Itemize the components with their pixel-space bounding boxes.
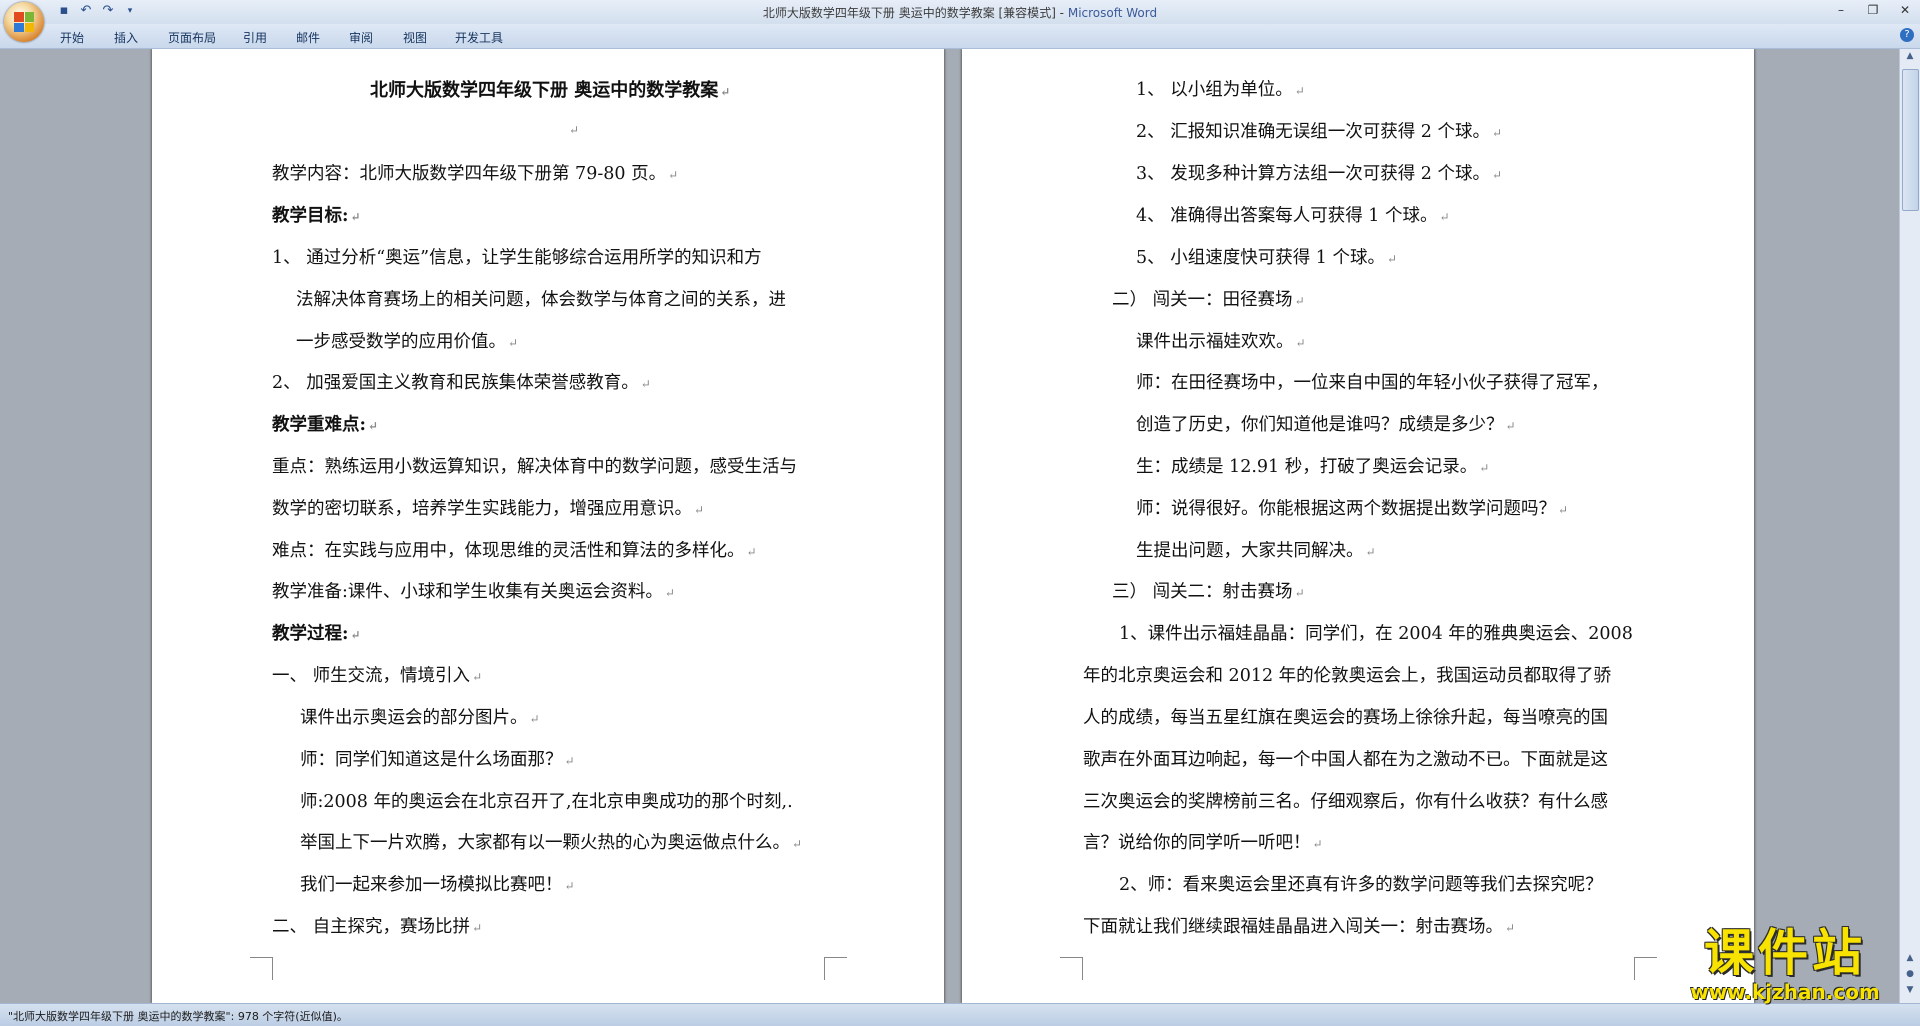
text-line: 3、 发现多种计算方法组一次可获得 2 个球。 ↵: [1136, 164, 1503, 184]
text-line: 2、 汇报知识准确无误组一次可获得 2 个球。 ↵: [1136, 122, 1503, 142]
document-page-2[interactable]: 1、 以小组为单位。 ↵ 2、 汇报知识准确无误组一次可获得 2 个球。 ↵ 3、 …: [962, 49, 1754, 1003]
text-line: 我们一起来参加一场模拟比赛吧！ ↵: [300, 875, 575, 895]
text-line: 4、 准确得出答案每人可获得 1 个球。 ↵: [1136, 206, 1450, 226]
text-line: 人的成绩，每当五星红旗在奥运会的赛场上徐徐升起，每当嘹亮的国: [1083, 708, 1608, 728]
text-line: 课件出示福娃欢欢。 ↵: [1136, 332, 1306, 352]
text-line: 举国上下一片欢腾，大家都有以一颗火热的心为奥运做点什么。 ↵: [300, 833, 803, 853]
text-line: 法解决体育赛场上的相关问题，体会数学与体育之间的关系，进: [296, 290, 786, 310]
word-count-status[interactable]: "北师大版数学四年级下册 奥运中的数学教案": 978 个字符(近似值)。: [8, 1008, 348, 1024]
status-bar: "北师大版数学四年级下册 奥运中的数学教案": 978 个字符(近似值)。: [0, 1003, 1920, 1026]
document-title: 北师大版数学四年级下册 奥运中的数学教案 [兼容模式] -: [762, 6, 1068, 20]
tab-review[interactable]: 审阅: [349, 29, 373, 46]
document-heading: 北师大版数学四年级下册 奥运中的数学教案 ↵: [370, 80, 731, 101]
watermark-url: www.kjzhan.com: [1690, 980, 1880, 1004]
text-line: 二、 自主探究，赛场比拼 ↵: [272, 917, 483, 937]
text-line: 二） 闯关一：田径赛场 ↵: [1112, 290, 1305, 310]
text-line: 下面就让我们继续跟福娃晶晶进入闯关一：射击赛场。 ↵: [1083, 917, 1516, 937]
tab-mailings[interactable]: 邮件: [296, 29, 320, 46]
title-bar: ▪ ↶ ↷ ▾ 北师大版数学四年级下册 奥运中的数学教案 [兼容模式] - Mi…: [0, 0, 1920, 24]
text-line: 师：说得很好。你能根据这两个数据提出数学问题吗？ ↵: [1136, 499, 1569, 519]
app-name: Microsoft Word: [1067, 6, 1158, 20]
tab-insert[interactable]: 插入: [114, 29, 138, 46]
text-line: 生提出问题，大家共同解决。 ↵: [1136, 541, 1376, 561]
text-line: 2、师：看来奥运会里还真有许多的数学问题等我们去探究呢？: [1119, 875, 1603, 895]
text-line: 三次奥运会的奖牌榜前三名。仔细观察后，你有什么收获？有什么感: [1083, 792, 1608, 812]
text-line: 一、 师生交流，情境引入 ↵: [272, 666, 483, 686]
tab-developer[interactable]: 开发工具: [455, 29, 503, 46]
text-line: 师：同学们知道这是什么场面那？ ↵: [300, 750, 575, 770]
text-line: 教学内容：北师大版数学四年级下册第 79-80 页。 ↵: [272, 164, 679, 184]
office-logo-icon: [14, 12, 34, 32]
margin-marker: [1634, 957, 1657, 980]
minimize-icon[interactable]: –: [1832, 2, 1850, 18]
text-line: 歌声在外面耳边响起，每一个中国人都在为之激动不已。下面就是这: [1083, 750, 1608, 770]
vertical-scrollbar[interactable]: ▲ ▲ ● ▼: [1899, 49, 1920, 1003]
close-icon[interactable]: ✕: [1896, 2, 1914, 18]
watermark-logo: 课件站 www.kjzhan.com: [1665, 926, 1905, 1006]
text-line: 言？说给你的同学听一听吧！ ↵: [1083, 833, 1323, 853]
text-line: 难点：在实践与应用中，体现思维的灵活性和算法的多样化。 ↵: [272, 541, 757, 561]
tab-references[interactable]: 引用: [243, 29, 267, 46]
text-line: 1、 通过分析“奥运”信息，让学生能够综合运用所学的知识和方: [272, 248, 762, 268]
restore-icon[interactable]: ❐: [1864, 2, 1882, 18]
text-line: 5、 小组速度快可获得 1 个球。 ↵: [1136, 248, 1398, 268]
window-controls: – ❐ ✕: [1832, 2, 1914, 18]
text-line: 创造了历史，你们知道他是谁吗？成绩是多少？ ↵: [1136, 415, 1516, 435]
text-line: 2、 加强爱国主义教育和民族集体荣誉感教育。 ↵: [272, 373, 651, 393]
text-line: ↵: [569, 123, 580, 137]
office-button[interactable]: [4, 2, 44, 42]
text-line: 生：成绩是 12.91 秒，打破了奥运会记录。 ↵: [1136, 457, 1490, 477]
section-heading: 教学重难点: ↵: [272, 415, 379, 435]
text-line: 师：在田径赛场中，一位来自中国的年轻小伙子获得了冠军，: [1136, 373, 1609, 393]
text-line: 1、 以小组为单位。 ↵: [1136, 80, 1305, 100]
section-heading: 教学目标: ↵: [272, 206, 361, 226]
tab-view[interactable]: 视图: [403, 29, 427, 46]
section-heading: 教学过程: ↵: [272, 624, 361, 644]
ribbon-tabs: 开始 插入 页面布局 引用 邮件 审阅 视图 开发工具: [0, 24, 1920, 49]
window-title: 北师大版数学四年级下册 奥运中的数学教案 [兼容模式] - Microsoft …: [0, 4, 1920, 21]
text-line: 师:2008 年的奥运会在北京召开了,在北京申奥成功的那个时刻,.: [300, 792, 793, 812]
text-line: 课件出示奥运会的部分图片。 ↵: [300, 708, 540, 728]
text-line: 年的北京奥运会和 2012 年的伦敦奥运会上，我国运动员都取得了骄: [1083, 666, 1612, 686]
text-line: 教学准备:课件、小球和学生收集有关奥运会资料。 ↵: [272, 582, 675, 602]
text-line: 1、课件出示福娃晶晶：同学们，在 2004 年的雅典奥运会、2008: [1119, 624, 1633, 644]
margin-marker: [1060, 957, 1083, 980]
tab-page-layout[interactable]: 页面布局: [168, 29, 216, 46]
margin-marker: [824, 957, 847, 980]
document-page-1[interactable]: 北师大版数学四年级下册 奥运中的数学教案 ↵ ↵ 教学内容：北师大版数学四年级下册…: [152, 49, 944, 1003]
text-line: 一步感受数学的应用价值。 ↵: [296, 332, 519, 352]
text-line: 数学的密切联系，培养学生实践能力，增强应用意识。 ↵: [272, 499, 705, 519]
text-line: 重点：熟练运用小数运算知识，解决体育中的数学问题，感受生活与: [272, 457, 797, 477]
document-workspace: 北师大版数学四年级下册 奥运中的数学教案 ↵ ↵ 教学内容：北师大版数学四年级下册…: [0, 49, 1900, 1003]
help-icon[interactable]: ?: [1900, 28, 1914, 42]
scroll-up-icon[interactable]: ▲: [1902, 51, 1918, 65]
scrollbar-thumb[interactable]: [1902, 69, 1919, 211]
watermark-title: 课件站: [1704, 924, 1866, 982]
text-line: 三） 闯关二：射击赛场 ↵: [1112, 582, 1305, 602]
margin-marker: [250, 957, 273, 980]
tab-home[interactable]: 开始: [60, 29, 84, 46]
